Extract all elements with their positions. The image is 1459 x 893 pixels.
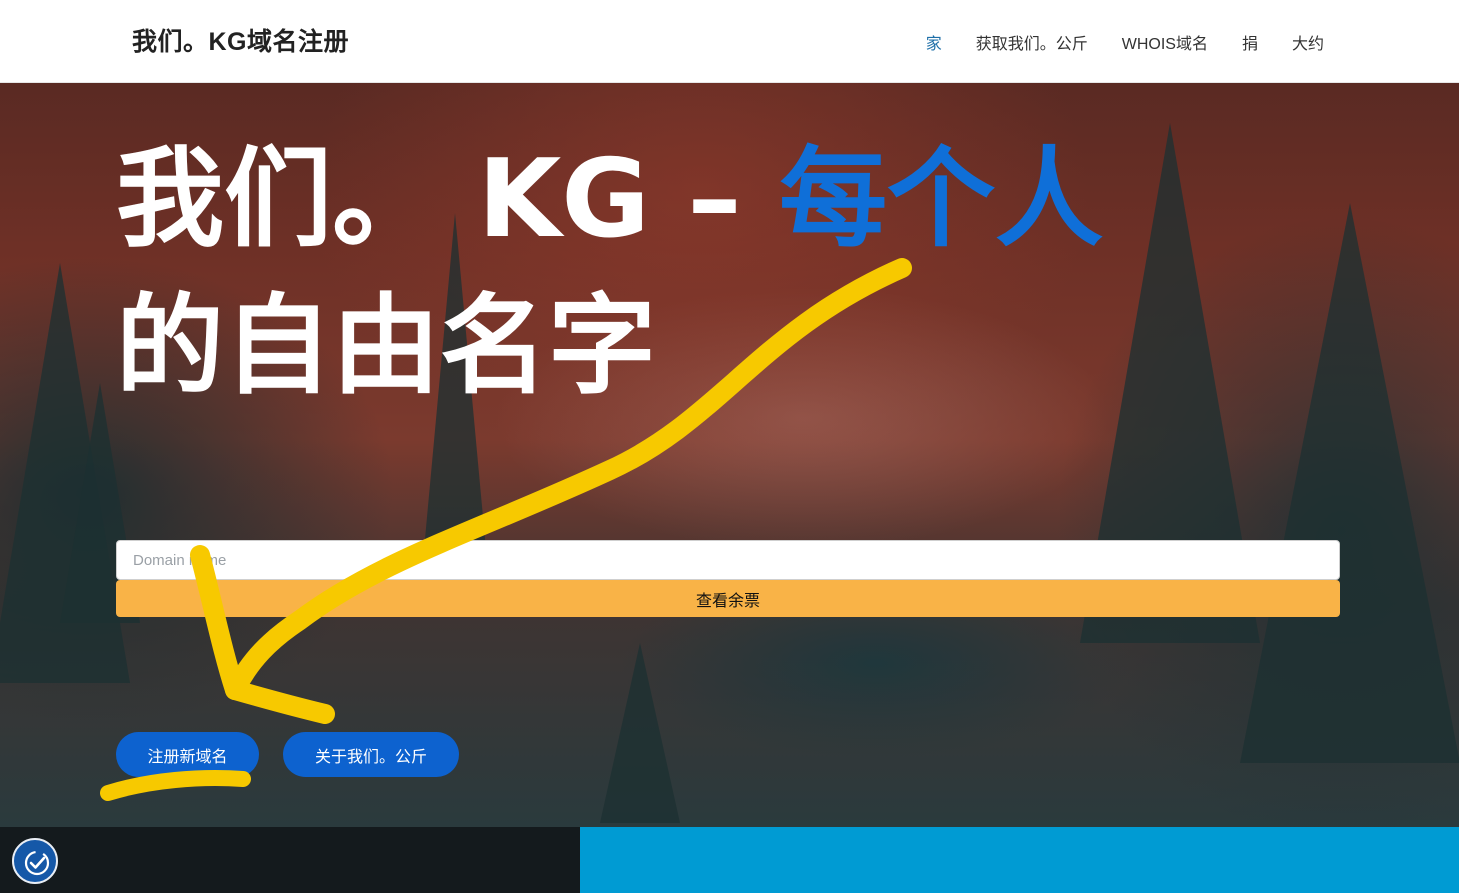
nav-item-about[interactable]: 大约 xyxy=(1292,30,1324,54)
nav-item-get-domain[interactable]: 获取我们。公斤 xyxy=(976,30,1088,54)
headline-accent: 每个人 xyxy=(779,137,1104,262)
background-tree xyxy=(600,643,680,823)
nav-item-home[interactable]: 家 xyxy=(926,30,942,54)
headline-text: 我们。 KG – xyxy=(116,137,780,262)
background-tree xyxy=(1240,203,1459,763)
register-domain-button[interactable]: 注册新域名 xyxy=(116,732,259,777)
footer-right-panel xyxy=(580,827,1459,893)
footer-left-panel xyxy=(0,827,580,893)
about-us-button[interactable]: 关于我们。公斤 xyxy=(283,732,459,777)
hero-section: 我们。 KG – 每个人 的自由名字 查看余票 注册新域名 关于我们。公斤 xyxy=(0,83,1459,827)
navbar: 我们。KG域名注册 家 获取我们。公斤 WHOIS域名 捐 大约 xyxy=(0,0,1459,83)
domain-search-input[interactable] xyxy=(116,540,1340,580)
check-availability-button[interactable]: 查看余票 xyxy=(116,580,1340,617)
site-brand[interactable]: 我们。KG域名注册 xyxy=(132,22,349,58)
nav-item-whois[interactable]: WHOIS域名 xyxy=(1122,30,1208,54)
nav-links: 家 获取我们。公斤 WHOIS域名 捐 大约 xyxy=(926,30,1324,54)
accessibility-check-glyph xyxy=(24,850,50,876)
accessibility-check-icon[interactable] xyxy=(12,838,58,884)
hero-headline-line2: 的自由名字 xyxy=(116,284,657,409)
nav-item-donate[interactable]: 捐 xyxy=(1242,30,1258,54)
hero-headline: 我们。 KG – 每个人 xyxy=(116,146,1103,254)
